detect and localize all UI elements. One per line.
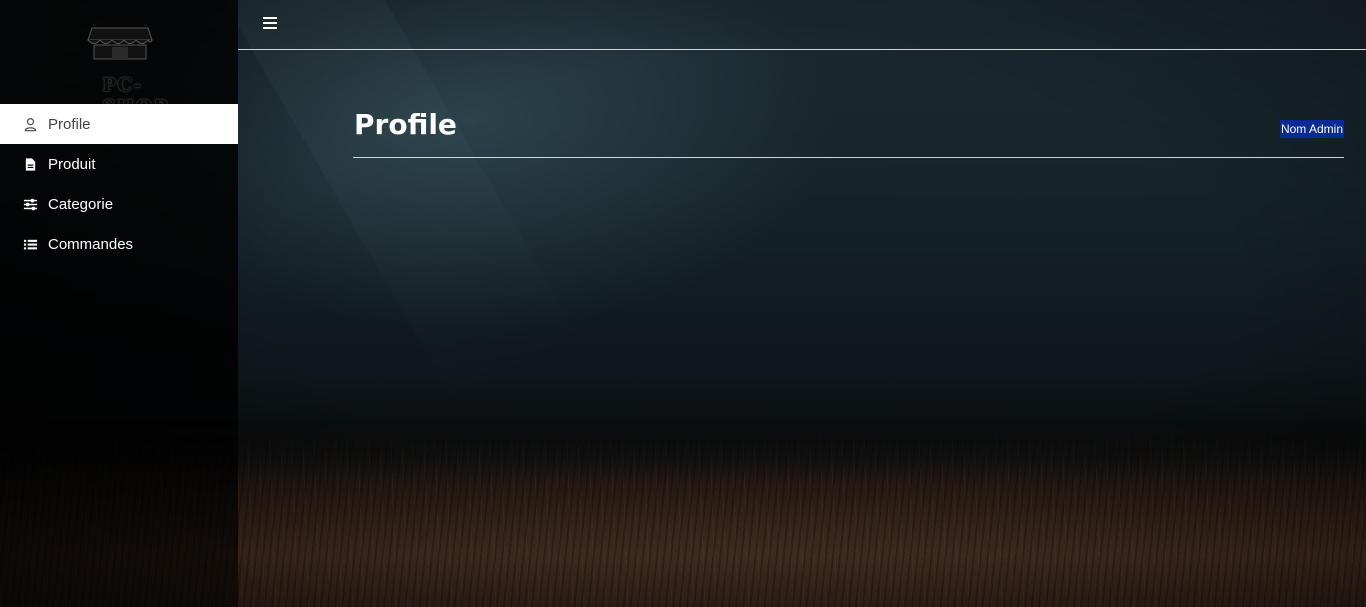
sidebar-item-label: Categorie bbox=[48, 195, 114, 213]
sidebar-item-categorie[interactable]: Categorie bbox=[0, 184, 238, 224]
list-icon bbox=[22, 236, 38, 252]
sidebar-item-produit[interactable]: Produit bbox=[0, 144, 238, 184]
page-title: Profile bbox=[354, 108, 457, 141]
sidebar-item-commandes[interactable]: Commandes bbox=[0, 224, 238, 264]
hamburger-icon[interactable] bbox=[263, 16, 277, 30]
topbar bbox=[238, 0, 1366, 50]
title-divider bbox=[353, 157, 1344, 158]
document-icon bbox=[22, 156, 38, 172]
sidebar-nav: Profile Produit Categorie Commandes bbox=[0, 104, 238, 264]
sliders-icon bbox=[22, 196, 38, 212]
sidebar: PC-SHOP Profile Produit Categorie Comman… bbox=[0, 0, 238, 607]
sidebar-item-profile[interactable]: Profile bbox=[0, 104, 238, 144]
user-icon bbox=[22, 116, 38, 132]
sidebar-item-label: Profile bbox=[48, 115, 91, 133]
user-name-badge[interactable]: Nom Admin bbox=[1279, 120, 1344, 138]
logo[interactable]: PC-SHOP bbox=[50, 16, 190, 118]
sidebar-item-label: Commandes bbox=[48, 235, 134, 253]
sidebar-item-label: Produit bbox=[48, 155, 96, 173]
